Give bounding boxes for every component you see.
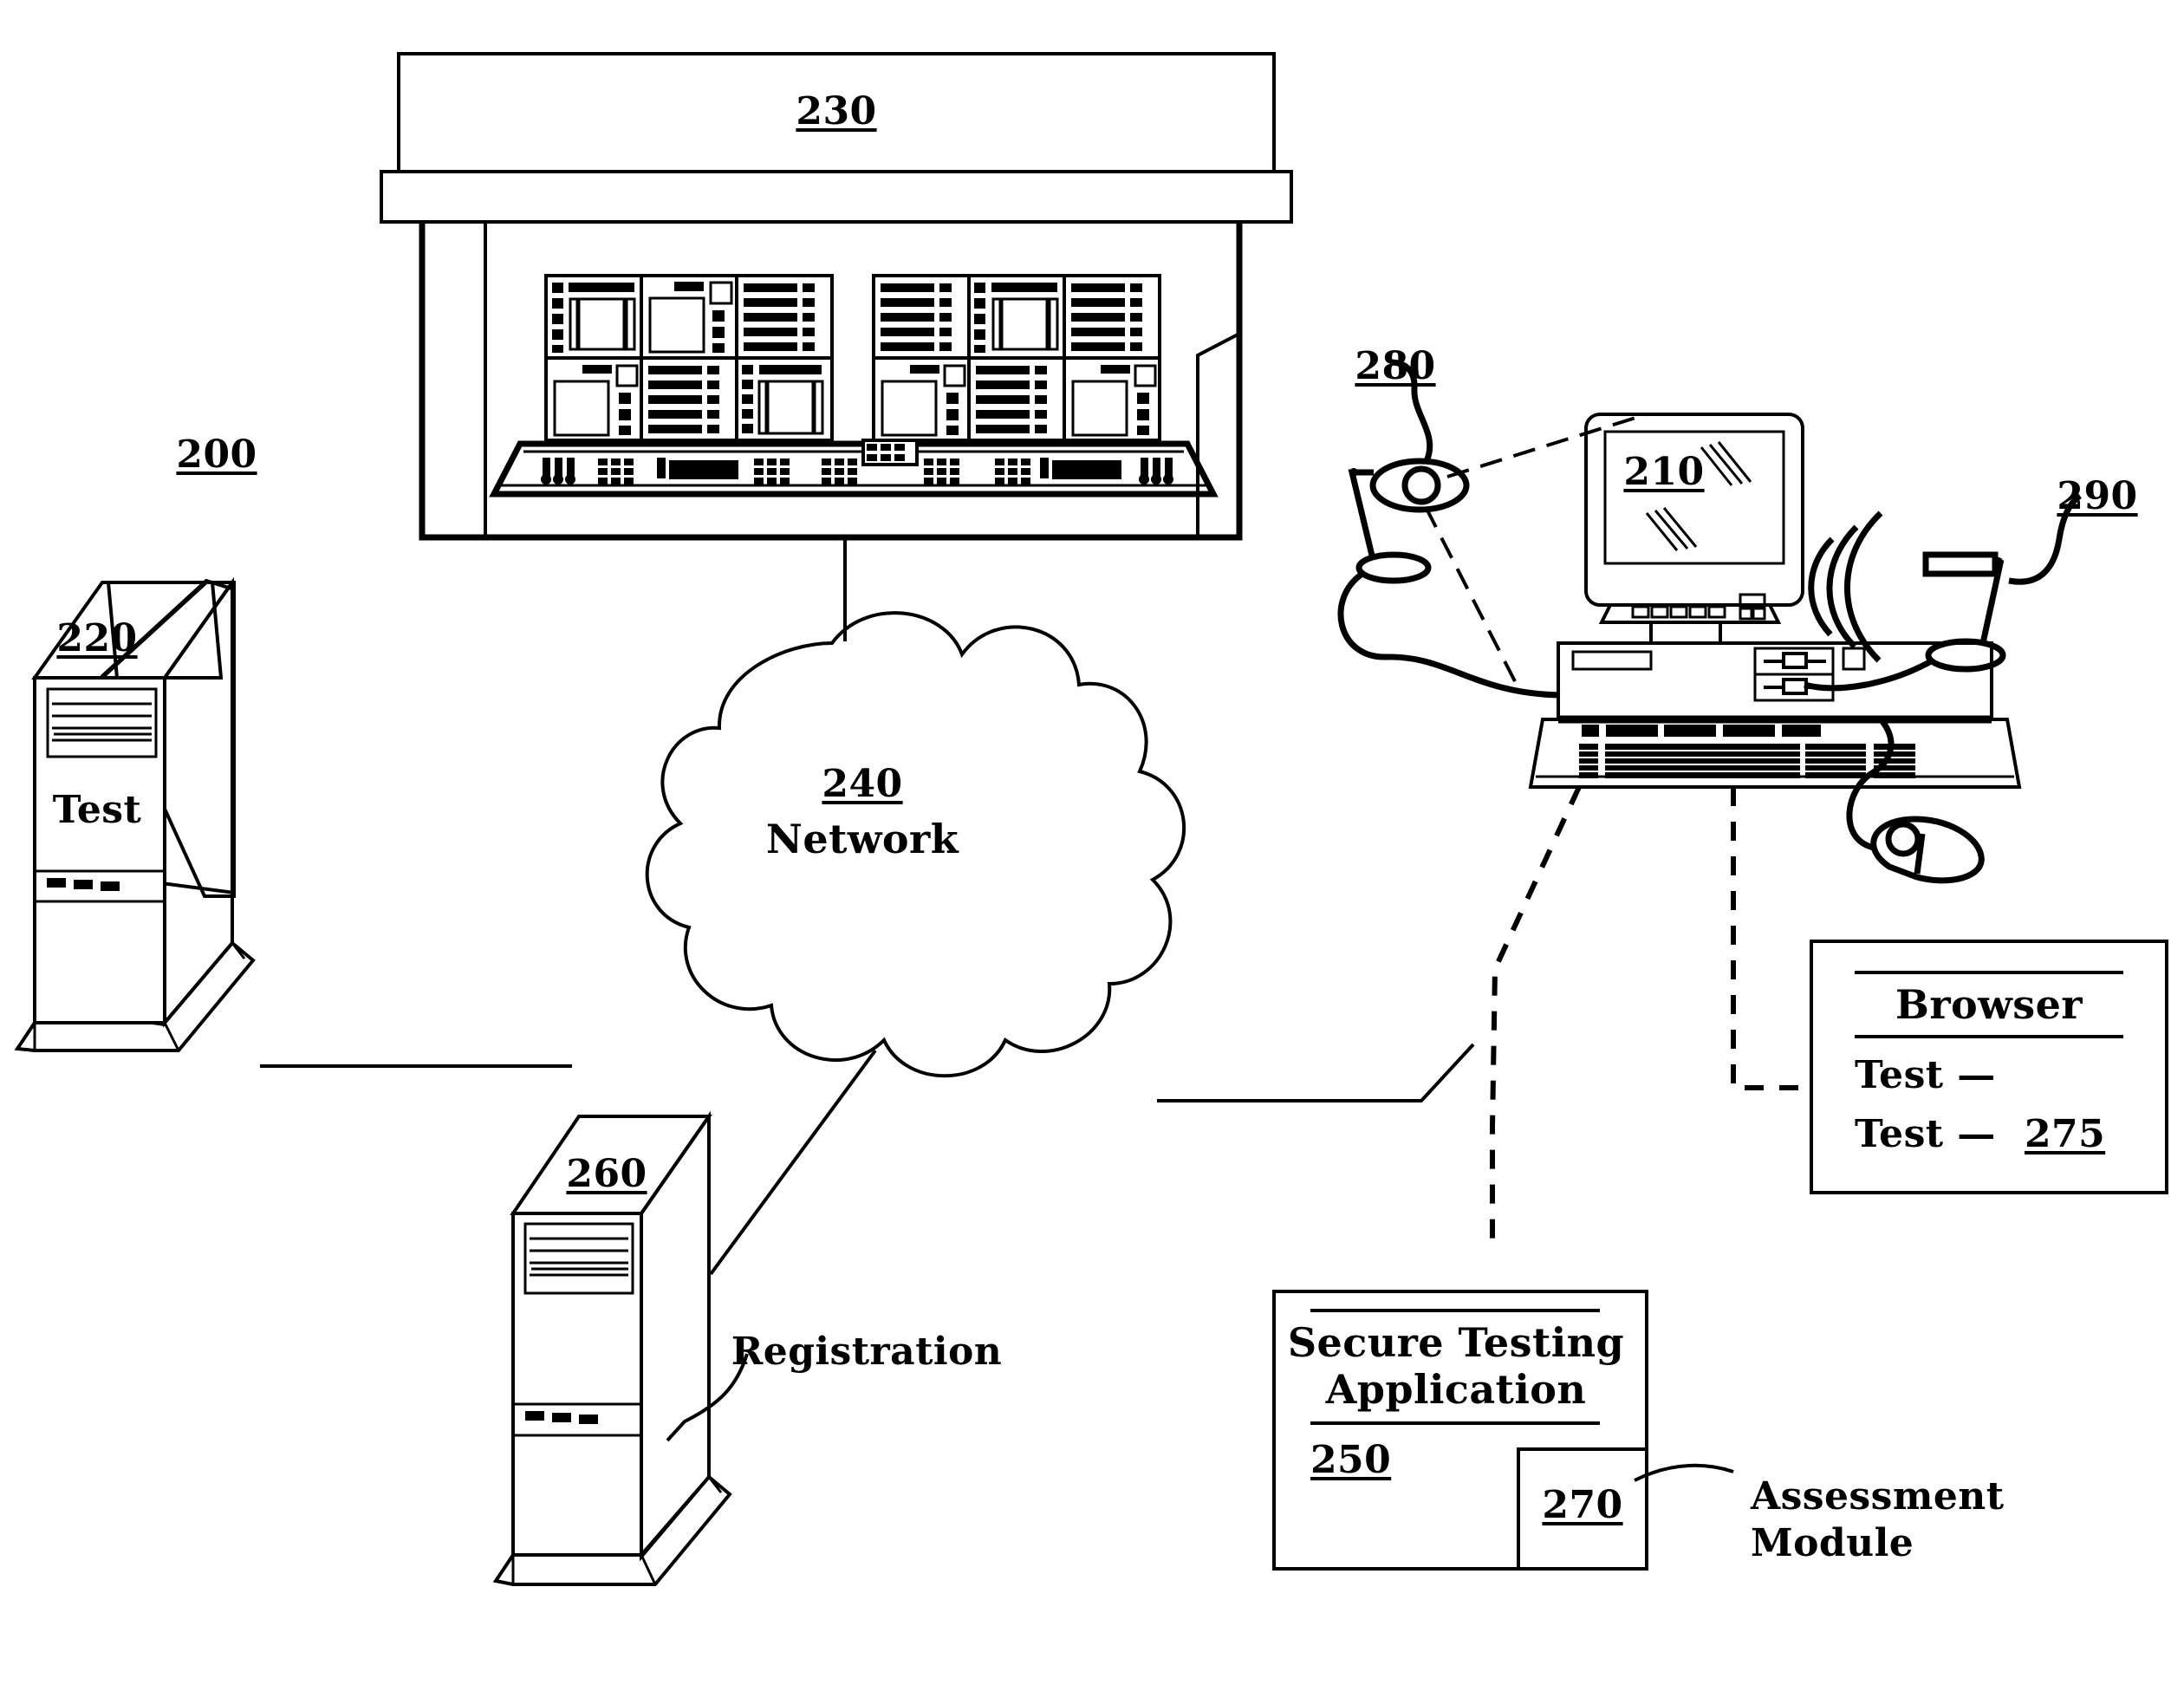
link-registration-to-network	[709, 1049, 877, 1276]
mouse-device-graphic	[1846, 715, 1985, 884]
patent-figure-canvas: 200 230 220 Test 260 Registration 240 Ne…	[0, 0, 2184, 1691]
browser-reference-label: 275	[2025, 1112, 2106, 1156]
system-reference-label: 200	[176, 433, 257, 477]
rack-panel-group-left	[544, 274, 834, 442]
client-workstation-graphic	[1528, 413, 2022, 789]
secure-testing-app-reference-label: 250	[1310, 1438, 1392, 1482]
network-label: Network	[765, 816, 959, 862]
link-network-to-workstation	[1157, 1043, 1475, 1102]
registration-server-label: Registration	[731, 1330, 1003, 1374]
browser-line-1: Test —	[1855, 1053, 1996, 1097]
workstation-reference-label: 210	[1623, 450, 1705, 494]
secure-testing-app-title-line-2: Application	[1325, 1366, 1587, 1413]
mainframe-console-shelf	[489, 439, 1219, 498]
mainframe-reference-label: 230	[796, 89, 877, 133]
browser-title: Browser	[1895, 981, 2083, 1028]
test-server-label: Test	[52, 788, 142, 832]
assessment-module-reference-label: 270	[1542, 1483, 1623, 1527]
test-server-reference-label: 220	[56, 616, 138, 660]
link-workstation-to-browser	[1731, 787, 1811, 1090]
webcam-reference-label: 280	[1355, 344, 1436, 388]
assessment-module-label-line-1: Assessment	[1751, 1474, 2005, 1519]
link-workstation-to-secure-testing-app	[1490, 785, 1582, 1253]
figure-vector-layer	[14, 52, 2168, 1586]
rack-panel-group-right	[872, 274, 1161, 442]
secure-testing-app-title-line-1: Secure Testing	[1287, 1319, 1625, 1366]
network-reference-label: 240	[822, 762, 903, 806]
microphone-reference-label: 290	[2057, 474, 2138, 518]
registration-server-reference-label: 260	[566, 1152, 647, 1196]
browser-line-2: Test —	[1855, 1112, 1996, 1156]
assessment-module-label-line-2: Module	[1751, 1521, 1914, 1565]
